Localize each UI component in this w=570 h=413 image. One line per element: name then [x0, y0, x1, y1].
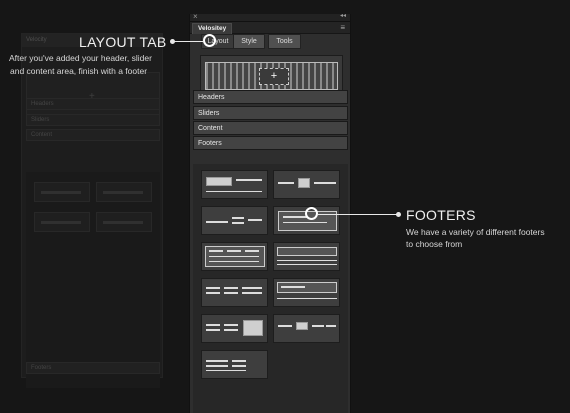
ghost-row-content: Content	[26, 129, 160, 141]
footer-option[interactable]	[201, 206, 268, 235]
layout-tab-highlight-ring	[203, 34, 216, 47]
collapse-icon[interactable]: ◂◂	[340, 12, 346, 19]
footer-thumbnail-grid	[193, 164, 348, 413]
section-content[interactable]: Content	[193, 121, 348, 135]
tab-tools[interactable]: Tools	[268, 34, 301, 49]
footer-option[interactable]	[273, 278, 340, 307]
footer-option[interactable]	[201, 278, 268, 307]
layout-tab-heading: LAYOUT TAB	[79, 34, 167, 50]
panel-tab-velositey[interactable]: Velositey	[192, 23, 233, 34]
ghost-panel: Velocity + Headers Sliders Content Foote…	[21, 33, 163, 388]
ghost-thumb	[34, 182, 90, 202]
footers-text-line2: to choose from	[406, 239, 463, 249]
section-footers[interactable]: Footers	[193, 136, 348, 150]
panel-tab-row: Velositey ≡	[190, 22, 350, 34]
ghost-row-footers: Footers	[26, 362, 160, 374]
ghost-thumb	[34, 212, 90, 232]
canvas-frame: +	[205, 62, 338, 90]
ghost-thumb	[96, 212, 152, 232]
footer-option[interactable]	[201, 314, 268, 343]
footer-option[interactable]	[201, 350, 268, 379]
layout-callout-line	[173, 41, 203, 42]
footer-option[interactable]	[201, 170, 268, 199]
section-sliders[interactable]: Sliders	[193, 106, 348, 120]
panel-title-strip: × ◂◂	[190, 12, 350, 22]
plus-icon: +	[270, 70, 278, 82]
add-block-button[interactable]: +	[259, 68, 289, 85]
footer-option[interactable]	[273, 314, 340, 343]
ghost-thumb	[96, 182, 152, 202]
close-icon[interactable]: ×	[193, 12, 198, 21]
footers-callout-dot	[396, 212, 401, 217]
ghost-hero-strip: +	[26, 72, 160, 118]
footers-text-line1: We have a variety of different footers	[406, 227, 545, 237]
footers-heading: FOOTERS	[406, 207, 476, 223]
ghost-row-sliders: Sliders	[26, 114, 160, 126]
section-headers[interactable]: Headers	[193, 90, 348, 104]
layout-tab-text-line2: and content area, finish with a footer	[10, 66, 148, 76]
footer-option[interactable]	[201, 242, 268, 271]
footer-option[interactable]	[273, 170, 340, 199]
footer-option[interactable]	[273, 242, 340, 271]
footers-highlight-ring	[305, 207, 318, 220]
panel-menu-icon[interactable]: ≡	[340, 23, 345, 32]
ghost-row-headers: Headers	[26, 98, 160, 110]
tab-style[interactable]: Style	[233, 34, 265, 49]
footers-callout-line	[318, 214, 398, 215]
ghost-content-area	[26, 172, 160, 388]
layout-tab-text-line1: After you've added your header, slider	[9, 53, 152, 63]
